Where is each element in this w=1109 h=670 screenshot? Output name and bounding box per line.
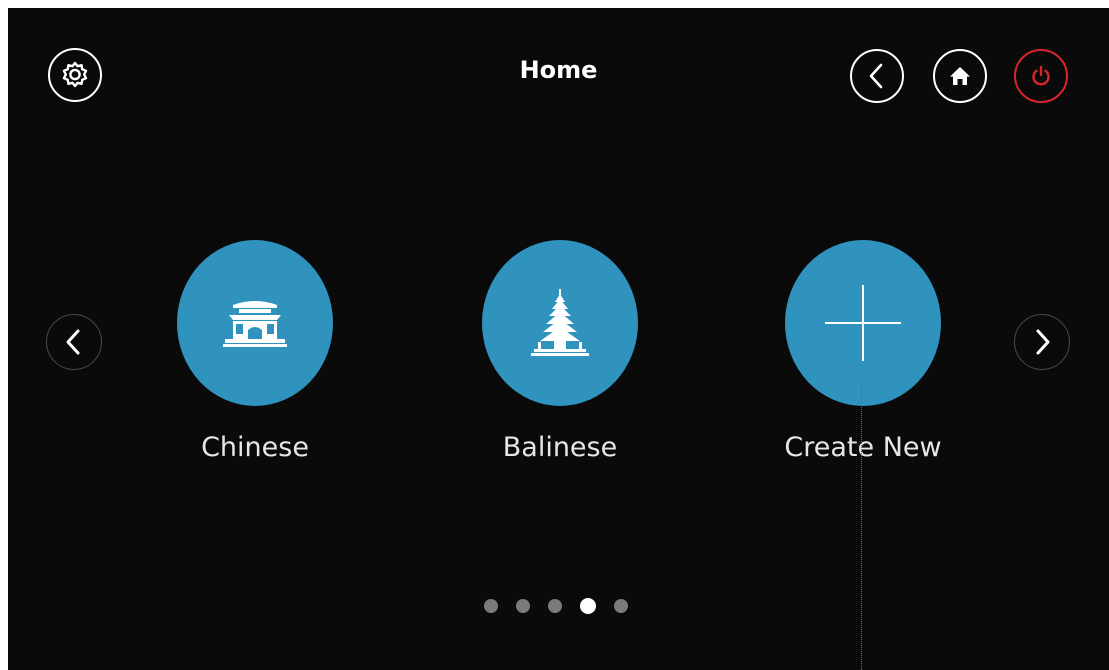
chinese-tile-button[interactable] [177,240,333,406]
home-icon [950,67,970,85]
chevron-left-icon [66,329,80,355]
tile-create-new: Create New [773,240,953,480]
page-dot[interactable] [548,599,562,613]
tile-label-create-new: Create New [784,432,942,463]
page-dot[interactable] [516,599,530,613]
previous-page-button[interactable] [46,314,102,370]
home-screen: Home Chinese Balinese Create New [8,8,1109,670]
next-page-button[interactable] [1014,314,1070,370]
power-button[interactable] [1014,49,1068,103]
chevron-left-icon [869,63,883,89]
power-icon [1032,65,1050,86]
guide-line [861,386,862,670]
create-new-tile-button[interactable] [785,240,941,406]
chinese-gate-icon [223,301,287,347]
page-dot-active[interactable] [580,598,596,614]
tile-label-chinese: Chinese [201,432,309,463]
plus-icon [825,285,901,361]
tile-label-balinese: Balinese [502,432,618,463]
page-dot[interactable] [614,599,628,613]
back-button[interactable] [850,49,904,103]
tile-balinese: Balinese [470,240,650,480]
home-button[interactable] [933,49,987,103]
balinese-pagoda-icon [531,289,589,356]
chevron-right-icon [1036,329,1050,355]
page-indicator [484,598,628,615]
page-dot[interactable] [484,599,498,613]
balinese-tile-button[interactable] [482,240,638,406]
tile-chinese: Chinese [165,240,345,480]
